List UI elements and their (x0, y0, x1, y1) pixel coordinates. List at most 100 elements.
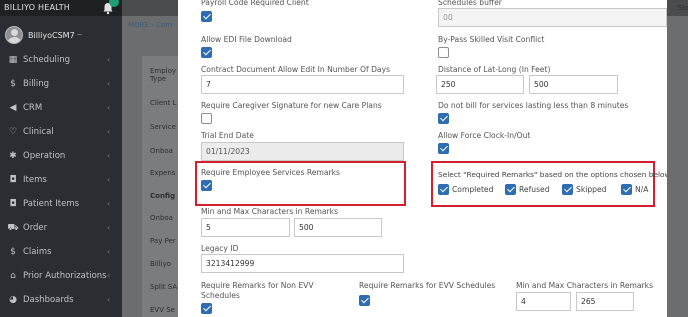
sidebar-item[interactable]: ◀ CRM ‹ (0, 96, 122, 120)
brand-bar: BILLIYO HEALTH (0, 0, 122, 16)
remark-option-checkbox[interactable] (438, 184, 449, 195)
megaphone-icon: ◀ (9, 103, 17, 113)
camera-icon: ◘ (9, 175, 17, 185)
brand-name: BILLIYO HEALTH (4, 3, 71, 12)
payroll-code-required-client-checkbox[interactable] (201, 11, 212, 22)
settings-tab[interactable]: Onboa (150, 147, 173, 155)
settings-tab[interactable]: Expens (150, 169, 175, 177)
start-link[interactable]: Start (678, 4, 688, 12)
sidebar-item-label: Clinical (23, 127, 54, 137)
required-remarks-note: Select "Required Remarks" based on the o… (438, 170, 667, 179)
settings-tab[interactable]: Employ Type (150, 67, 176, 83)
sidebar-item[interactable]: $ Billing ‹ (0, 72, 122, 96)
sidebar-item[interactable]: ⌂ Prior Authorizations ‹ (0, 264, 122, 288)
require-remarks-non-evv-label: Require Remarks for Non EVV Schedules (201, 281, 314, 300)
do-not-bill-short-services-label: Do not bill for services lasting less th… (438, 101, 629, 110)
sidebar-item-label: Patient Items (23, 199, 80, 209)
min-max-characters-label-2: Min and Max Characters in Remarks (516, 281, 654, 290)
min-characters-input-2[interactable]: 4 (516, 292, 571, 311)
max-characters-input-2[interactable]: 265 (576, 292, 634, 311)
user-profile[interactable]: BilliyoCSM7 ~ (5, 24, 83, 46)
sidebar-item[interactable]: ⛟ Order ‹ (0, 216, 122, 240)
cart-icon: ⛟ (7, 222, 19, 233)
settings-tab[interactable]: Onboa (150, 214, 173, 222)
breadcrumb[interactable]: MORE › Com (128, 21, 172, 29)
remark-option-checkbox[interactable] (621, 184, 632, 195)
cogs-icon: ✱ (9, 151, 17, 161)
settings-tab[interactable]: Service (150, 123, 176, 131)
chevron-left-icon: ‹ (107, 127, 111, 136)
allow-edi-file-download-label: Allow EDI File Download (201, 35, 292, 44)
username: BilliyoCSM7 (28, 30, 75, 40)
sidebar-item-label: Operation (23, 151, 66, 161)
dollar-icon: $ (10, 79, 16, 89)
dollar-icon: $ (10, 247, 16, 257)
chevron-left-icon: ‹ (107, 247, 111, 256)
sidebar-item-label: Claims (23, 247, 52, 257)
sidebar-item-label: Items (23, 175, 47, 185)
max-characters-input[interactable]: 500 (294, 218, 382, 237)
bypass-skilled-visit-conflict-label: By-Pass Skilled Visit Conflict (438, 35, 545, 44)
contract-document-edit-days-input[interactable]: 7 (201, 75, 404, 94)
require-caregiver-signature-label: Require Caregiver Signature for new Care… (201, 101, 382, 110)
chevron-left-icon: ‹ (107, 55, 111, 64)
sidebar-item[interactable]: ▦ Scheduling ‹ (0, 48, 122, 72)
bypass-skilled-visit-conflict-checkbox[interactable] (438, 47, 449, 58)
settings-tab[interactable]: Split SA (150, 283, 177, 291)
settings-tab[interactable]: Config (150, 192, 175, 200)
settings-tab[interactable]: EVV Se (150, 306, 175, 314)
sidebar-item[interactable]: ♡ Clinical ‹ (0, 120, 122, 144)
remark-option-label: Completed (452, 185, 494, 194)
calendar-icon: ▦ (8, 55, 18, 65)
chevron-left-icon: ‹ (107, 199, 111, 208)
distance-lat-long-label: Distance of Lat-Long (In Feet) (438, 65, 551, 74)
sidebar-item[interactable]: $ Claims ‹ (0, 240, 122, 264)
sidebar-item[interactable]: ◘ Patient Items ‹ (0, 192, 122, 216)
chevron-down-icon: ~ (76, 31, 83, 39)
settings-tab[interactable]: Billiyo (150, 260, 171, 268)
do-not-bill-short-services-checkbox[interactable] (438, 113, 449, 124)
settings-tab[interactable]: Client L (150, 99, 176, 107)
notification-badge (109, 0, 119, 7)
sidebar-item[interactable]: ✱ Operation ‹ (0, 144, 122, 168)
trial-end-date-label: Trial End Date (201, 131, 254, 140)
legacy-id-input[interactable]: 3213412999 (201, 254, 404, 273)
schedules-buffer-label: Schedules buffer (438, 0, 502, 7)
sidebar-item-label: Scheduling (23, 55, 70, 65)
sidebar-item-label: Billing (23, 79, 50, 89)
remark-option-checkbox[interactable] (562, 184, 573, 195)
configuration-modal: Payroll Code Required Client Schedules b… (178, 0, 667, 317)
trial-end-date-input: 01/11/2023 (201, 142, 404, 161)
sidebar-item-label: Prior Authorizations (23, 271, 107, 281)
avatar (5, 26, 23, 44)
chevron-left-icon: ‹ (107, 295, 111, 304)
settings-tab[interactable]: Pay Per (150, 237, 176, 245)
remark-option-checkbox[interactable] (505, 184, 516, 195)
dashboard-icon: ◕ (9, 295, 17, 305)
remark-option-label: Refused (519, 185, 550, 194)
distance-lat-long-min-input[interactable]: 250 (436, 75, 524, 94)
sidebar-item[interactable]: ◕ Dashboards ‹ (0, 288, 122, 312)
contract-document-edit-days-label: Contract Document Allow Edit In Number O… (201, 65, 391, 74)
sidebar-item-label: CRM (23, 103, 43, 113)
chevron-left-icon: ‹ (107, 175, 111, 184)
require-employee-services-remarks-checkbox[interactable] (201, 180, 212, 191)
distance-lat-long-max-input[interactable]: 500 (529, 75, 618, 94)
bank-icon: ⌂ (10, 271, 16, 281)
chevron-left-icon: ‹ (107, 79, 111, 88)
allow-edi-file-download-checkbox[interactable] (201, 47, 212, 58)
min-characters-input[interactable]: 5 (201, 218, 290, 237)
allow-force-clock-in-out-label: Allow Force Clock-In/Out (438, 131, 531, 140)
sidebar-item-label: Order (23, 223, 48, 233)
sidebar-item[interactable]: ◘ Items ‹ (0, 168, 122, 192)
chevron-left-icon: ‹ (107, 223, 111, 232)
schedules-buffer-input[interactable]: 00 (438, 8, 667, 27)
allow-force-clock-in-out-checkbox[interactable] (438, 143, 449, 154)
sidebar-item-label: Dashboards (23, 295, 74, 305)
require-remarks-evv-checkbox[interactable] (359, 295, 370, 306)
require-caregiver-signature-checkbox[interactable] (201, 113, 212, 124)
min-max-characters-label: Min and Max Characters in Remarks (201, 207, 339, 216)
require-remarks-non-evv-checkbox[interactable] (201, 303, 212, 314)
sidebar: BILLIYO HEALTH BilliyoCSM7 ~ ▦ Scheduling… (0, 0, 122, 317)
legacy-id-label: Legacy ID (201, 244, 239, 253)
